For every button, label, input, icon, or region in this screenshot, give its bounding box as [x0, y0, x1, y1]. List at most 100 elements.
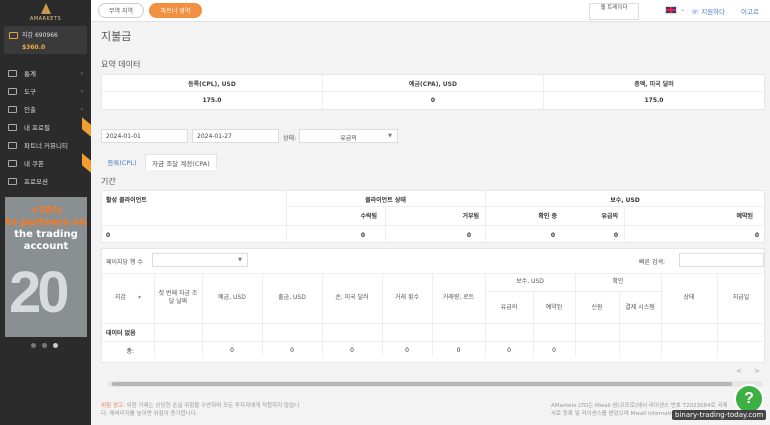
col-identity[interactable]: 신원	[575, 295, 619, 321]
legal-text-2: 사로 등록 및 라이센스를 받았으며 Mwali Internation	[551, 411, 679, 417]
logo[interactable]: AMARKETS	[0, 0, 91, 24]
col-deposit[interactable]: 예금, USD	[202, 277, 262, 319]
tab-cpl[interactable]: 등록(CPL)	[101, 154, 143, 170]
support-link[interactable]: ☏ 지원하다	[691, 6, 725, 16]
col-wallet[interactable]: 지갑 ▾	[102, 277, 154, 319]
col-volume[interactable]: 거래량, 로트	[432, 277, 485, 319]
sidebar-menu: 통계 › 도구 › 인출 › 내 프로필 파트너 커뮤니티 내 쿠폰 프로모션	[0, 64, 91, 190]
header-reward: 보수, USD	[610, 196, 640, 204]
sidebar-item-label: 내 프로필	[24, 124, 50, 132]
risk-warning-label: 위험 경고:	[101, 403, 125, 409]
coupon-icon	[8, 159, 17, 167]
cell-reserved: 0	[754, 231, 759, 239]
header-paid: 유급의	[601, 213, 618, 220]
page-title: 지불금	[101, 30, 132, 43]
cell-checking: 0	[550, 231, 555, 239]
tools-icon	[8, 87, 17, 95]
promo-text: +20% to partners on the trading account	[5, 205, 87, 253]
account-card[interactable]: 지갑 690966 $360.0	[4, 26, 87, 54]
col-first-deposit[interactable]: 첫 번째 자금 조달 날짜	[154, 277, 202, 319]
sidebar-item-label: 인출	[24, 106, 36, 114]
summary-value: 175.0	[202, 97, 222, 104]
sidebar-item-label: 프로모션	[24, 178, 48, 186]
quick-search-input[interactable]	[679, 253, 764, 267]
support-label: 지원하다	[701, 8, 726, 16]
total-net: 0	[350, 346, 354, 354]
user-menu[interactable]: 이고르	[741, 6, 759, 16]
promo-big-number: 20	[9, 260, 69, 325]
sidebar-item-promotions[interactable]: 프로모션	[0, 172, 91, 190]
legal-text-1: AMarkets LTD는 Mwali 섬(코모로)에서 라이센스 번호 T20…	[551, 403, 728, 409]
col-withdrawal[interactable]: 출금, USD	[262, 277, 322, 319]
sidebar-item-coupons[interactable]: 내 쿠폰	[0, 153, 91, 173]
col-payment-system[interactable]: 결제 시스템	[619, 295, 661, 321]
logo-text: AMARKETS	[29, 16, 62, 22]
col-paid[interactable]: 유급의	[485, 295, 533, 321]
uk-flag-icon[interactable]	[665, 6, 677, 14]
web-trader-button[interactable]: 웹 트레이더	[589, 3, 639, 20]
topbar: 무역 지역 파트너 영역 웹 트레이더 ⌄ ☏ 지원하다 이고르	[91, 0, 770, 22]
chevron-down-icon[interactable]: ⌄	[680, 6, 685, 13]
account-balance: $360.0	[22, 44, 46, 51]
sidebar-item-label: 도구	[24, 88, 36, 96]
header-client-status: 클라이언트 상태	[365, 196, 406, 204]
promo-line-3: the trading	[14, 229, 78, 240]
period-title: 기간	[101, 177, 116, 186]
summary-header: 예금(CPA), USD	[323, 75, 543, 92]
status-select-value: 유급의	[340, 135, 357, 142]
col-group-reward: 보수, USD	[516, 278, 544, 285]
col-status[interactable]: 상태	[661, 277, 717, 319]
chevron-down-icon: ▼	[238, 257, 242, 263]
promo-banner[interactable]: +20% to partners on the trading account …	[5, 197, 87, 337]
sidebar: AMARKETS 지갑 690966 $360.0 통계 › 도구 › 인출 ›…	[0, 0, 91, 425]
sidebar-item-profile[interactable]: 내 프로필	[0, 117, 91, 137]
rows-per-page-label: 페이지당 행 수	[106, 259, 143, 266]
horizontal-scrollbar[interactable]	[108, 381, 763, 387]
col-trades[interactable]: 거래 횟수	[382, 277, 432, 319]
date-from-input[interactable]: 2024-01-01	[101, 129, 188, 143]
risk-warning: 위험 경고: 외환 거래는 상당한 손실 위험을 수반하며 모든 투자자에게 적…	[101, 402, 299, 418]
quick-search-label: 빠른 검색:	[639, 259, 666, 266]
withdraw-icon	[8, 105, 17, 113]
carousel-dot-active[interactable]	[53, 343, 58, 348]
sidebar-item-withdrawal[interactable]: 인출 ›	[0, 100, 91, 118]
risk-warning-text-1: 외환 거래는 상당한 손실 위험을 수반하며 모든 투자자에게 적합하지 않습니	[126, 403, 300, 409]
user-icon	[8, 123, 17, 131]
risk-warning-text-2: 다. 레버리지를 높이면 위험이 증가합니다.	[101, 411, 198, 417]
sidebar-item-tools[interactable]: 도구 ›	[0, 82, 91, 100]
header-active-clients: 활성 클라이언트	[106, 196, 147, 204]
header-rejected: 거부됨	[462, 213, 479, 220]
total-paid: 0	[507, 346, 511, 354]
carousel-dot[interactable]	[42, 343, 47, 348]
col-net[interactable]: 순, 미국 달러	[322, 277, 382, 319]
tab-cpa[interactable]: 자금 조달 계정(CPA)	[145, 154, 217, 170]
summary-table: 등록(CPL), USD 175.0 예금(CPA), USD 0 총액, 미국…	[101, 74, 765, 110]
col-payout-date[interactable]: 지급일	[717, 277, 765, 319]
chevron-down-icon: ▼	[388, 133, 392, 139]
tab-trading-area[interactable]: 무역 지역	[98, 3, 144, 18]
promo-line-4: account	[23, 241, 69, 252]
scrollbar-thumb[interactable]	[112, 382, 732, 386]
rows-per-page-select[interactable]: ▼	[152, 253, 248, 267]
next-page-button[interactable]: >	[754, 367, 760, 375]
wallet-icon	[9, 32, 18, 39]
carousel-dot[interactable]	[31, 343, 36, 348]
col-reserved[interactable]: 예약된	[533, 295, 575, 321]
promo-line-2: to partners on	[5, 217, 87, 228]
date-to-input[interactable]: 2024-01-27	[192, 129, 279, 143]
chevron-right-icon: ›	[80, 105, 83, 113]
cell-rejected: 0	[466, 231, 471, 239]
tab-partner-area[interactable]: 파트너 영역	[149, 3, 202, 18]
watermark: binary-trading-today.com	[672, 410, 767, 420]
total-volume: 0	[456, 346, 461, 354]
sidebar-item-statistics[interactable]: 통계 ›	[0, 64, 91, 82]
total-trades: 0	[405, 346, 409, 354]
total-withdrawal: 0	[290, 346, 294, 354]
summary-header: 총액, 미국 달러	[544, 75, 764, 92]
sidebar-item-community[interactable]: 파트너 커뮤니티	[0, 136, 91, 154]
phone-icon: ☏	[691, 8, 702, 16]
prev-page-button[interactable]: <	[736, 367, 742, 375]
status-select[interactable]: 유급의 ▼	[299, 129, 398, 143]
total-label: 총:	[126, 347, 134, 355]
summary-value: 0	[430, 97, 436, 104]
